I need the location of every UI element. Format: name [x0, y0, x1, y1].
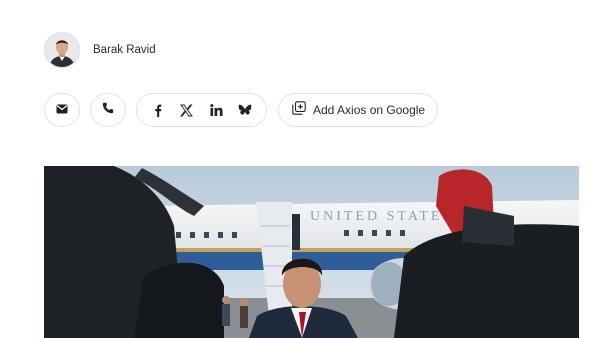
email-share-button[interactable] — [44, 93, 80, 127]
phone-share-button[interactable] — [90, 93, 126, 127]
author-name[interactable]: Barak Ravid — [93, 44, 156, 56]
social-share-group — [136, 93, 267, 127]
add-axios-on-google-button[interactable]: Add Axios on Google — [278, 93, 438, 127]
add-source-icon — [292, 100, 306, 120]
linkedin-icon[interactable] — [206, 100, 226, 120]
facebook-icon[interactable] — [148, 100, 168, 120]
add-axios-on-google-label: Add Axios on Google — [313, 103, 426, 117]
author-byline: Barak Ravid — [44, 32, 156, 68]
phone-icon — [102, 101, 114, 119]
hero-image: UNITED STATES OF — [44, 166, 579, 338]
x-icon[interactable] — [177, 100, 197, 120]
bluesky-icon[interactable] — [235, 100, 255, 120]
envelope-icon — [56, 101, 68, 119]
author-avatar[interactable] — [44, 32, 80, 68]
